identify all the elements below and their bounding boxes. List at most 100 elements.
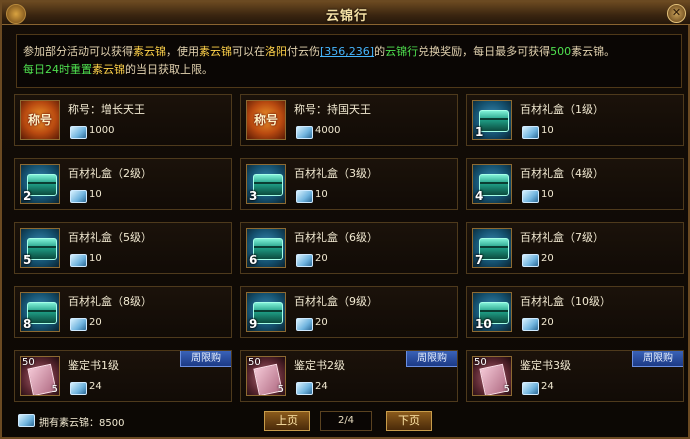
info-segment: 素云锦 [92,63,125,76]
icon-label: 称号 [27,113,52,127]
item-name: 百材礼盒（3级） [294,167,378,180]
currency-icon [296,382,313,395]
item-card[interactable]: 6 百材礼盒（6级） 20 [240,222,458,274]
item-cost: 20 [541,253,554,264]
item-name: 百材礼盒（5级） [68,231,152,244]
currency-icon [70,382,87,395]
item-name: 百材礼盒（7级） [520,231,604,244]
item-card[interactable]: 50 5 鉴定书2级 24 周限购 [240,350,458,402]
item-level: 5 [23,253,32,267]
item-card[interactable]: 4 百材礼盒（4级） 10 [466,158,684,210]
item-cost: 10 [541,125,554,136]
item-cost: 1000 [89,125,115,136]
appraisal-book-icon[interactable]: 50 5 [472,356,512,396]
item-card[interactable]: 8 百材礼盒（8级） 20 [14,286,232,338]
item-cost: 24 [89,381,102,392]
item-card[interactable]: 1 百材礼盒（1级） 10 [466,94,684,146]
title-badge-icon[interactable]: 称号 [246,100,286,140]
dialog-window: 云锦行 ✕ 参加部分活动可以获得素云锦，使用素云锦可以在洛阳付云伤[356,23… [0,0,690,439]
currency-icon [522,190,539,203]
info-segment: 素云锦 [199,45,232,58]
item-cost: 20 [89,317,102,328]
title-bar[interactable]: 云锦行 ✕ [2,2,690,25]
item-card[interactable]: 50 5 鉴定书1级 24 周限购 [14,350,232,402]
item-name: 百材礼盒（10级） [520,295,611,308]
item-card[interactable]: 50 5 鉴定书3级 24 周限购 [466,350,684,402]
info-segment: 云锦行 [385,45,419,58]
item-cost: 24 [541,381,554,392]
gift-box-icon[interactable]: 2 [20,164,60,204]
stock-count: 50 [474,357,487,368]
currency-icon [18,414,35,427]
stock-count: 50 [248,357,261,368]
chest-shape [27,302,57,324]
item-name: 鉴定书3级 [520,359,571,372]
info-segment: 每日24时重置 [23,63,92,76]
gift-box-icon[interactable]: 5 [20,228,60,268]
item-cost: 10 [89,189,102,200]
info-text: 参加部分活动可以获得素云锦，使用素云锦可以在洛阳付云伤[356,236]的云锦行… [16,34,682,88]
item-card[interactable]: 7 百材礼盒（7级） 20 [466,222,684,274]
item-name: 鉴定书2级 [294,359,345,372]
weekly-limit-badge: 周限购 [632,351,683,367]
item-card[interactable]: 称号 称号：持国天王 4000 [240,94,458,146]
item-name: 称号：持国天王 [294,103,371,116]
currency-icon [70,190,87,203]
item-card[interactable]: 3 百材礼盒（3级） 10 [240,158,458,210]
currency-icon [296,126,313,139]
item-name: 称号：增长天王 [68,103,145,116]
info-segment: 素云锦 [133,45,166,58]
gift-box-icon[interactable]: 6 [246,228,286,268]
item-name: 鉴定书1级 [68,359,119,372]
currency-icon [70,254,87,267]
item-cost: 20 [315,253,328,264]
item-card[interactable]: 2 百材礼盒（2级） 10 [14,158,232,210]
coordinate-link[interactable]: [356,236] [320,45,374,58]
title-badge-icon[interactable]: 称号 [20,100,60,140]
item-card[interactable]: 称号 称号：增长天王 1000 [14,94,232,146]
info-segment: 洛阳 [265,45,287,58]
currency-icon [522,254,539,267]
info-segment: 的当日获取上限。 [125,63,213,76]
currency-icon [70,318,87,331]
item-cost: 24 [315,381,328,392]
item-card[interactable]: 5 百材礼盒（5级） 10 [14,222,232,274]
gift-box-icon[interactable]: 1 [472,100,512,140]
info-segment: 可以在 [232,45,265,58]
gift-box-icon[interactable]: 9 [246,292,286,332]
item-cost: 4000 [315,125,341,136]
appraisal-book-icon[interactable]: 50 5 [20,356,60,396]
item-cost: 20 [541,317,554,328]
info-segment: 500 [550,45,572,58]
close-icon: ✕ [671,6,682,19]
currency-icon [296,318,313,331]
page-indicator: 2/4 [320,411,372,431]
gift-box-icon[interactable]: 10 [472,292,512,332]
currency-icon [522,382,539,395]
gift-box-icon[interactable]: 4 [472,164,512,204]
prev-page-button[interactable]: 上页 [264,411,310,431]
gift-box-icon[interactable]: 7 [472,228,512,268]
gift-box-icon[interactable]: 8 [20,292,60,332]
close-button[interactable]: ✕ [667,4,686,23]
item-cost: 20 [315,317,328,328]
item-name: 百材礼盒（2级） [68,167,152,180]
item-card[interactable]: 10 百材礼盒（10级） 20 [466,286,684,338]
item-cost: 10 [315,189,328,200]
item-name: 百材礼盒（9级） [294,295,378,308]
stack-count: 5 [503,384,510,395]
item-card[interactable]: 9 百材礼盒（9级） 20 [240,286,458,338]
chest-shape [27,238,57,260]
item-level: 7 [475,253,484,267]
item-grid: 称号 称号：增长天王 1000 称号 称号：持国天王 4000 1 百材礼盒（1级） 10 2 百材… [14,94,684,402]
currency-icon [296,254,313,267]
chest-shape [253,174,283,196]
currency-icon [522,126,539,139]
owned-currency: 拥有素云锦：8500 [39,418,125,429]
currency-icon [522,318,539,331]
appraisal-book-icon[interactable]: 50 5 [246,356,286,396]
chest-shape [27,174,57,196]
next-page-button[interactable]: 下页 [386,411,432,431]
chest-shape [253,238,283,260]
gift-box-icon[interactable]: 3 [246,164,286,204]
